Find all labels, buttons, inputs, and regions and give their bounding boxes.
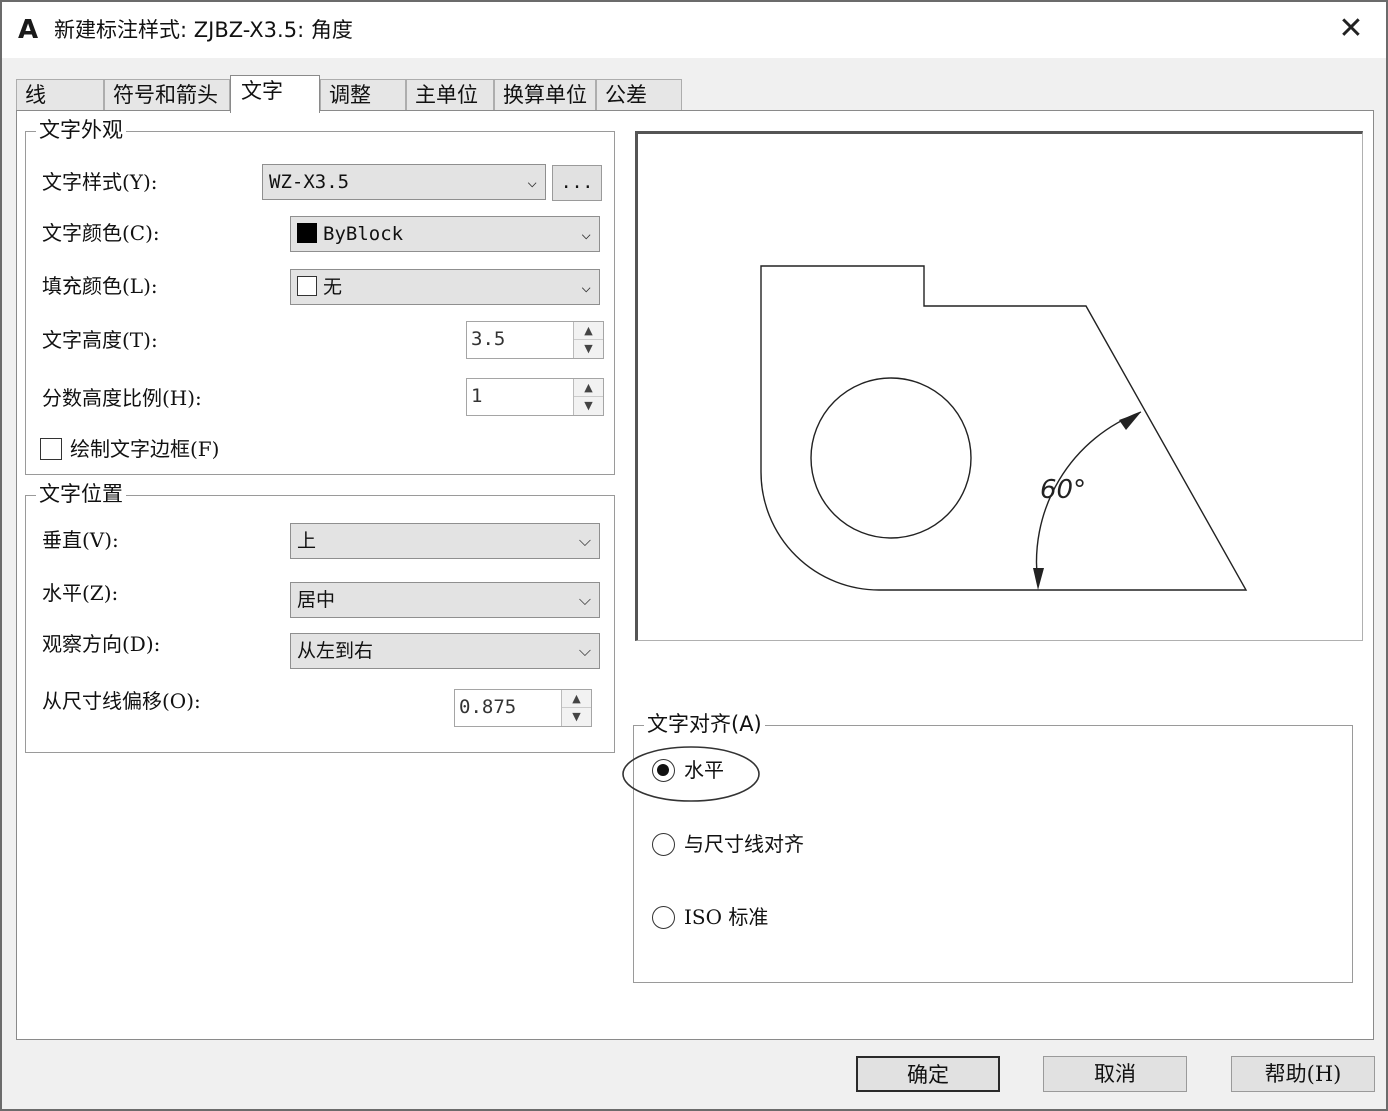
text-style-value: WZ-X3.5 bbox=[269, 171, 350, 193]
radio-iso-label: ISO 标准 bbox=[684, 905, 769, 929]
angle-dimension-text: 60° bbox=[1040, 475, 1086, 505]
chevron-down-icon: ⌵ bbox=[578, 590, 591, 609]
chevron-down-icon: ⌵ bbox=[578, 531, 591, 550]
triangle-up-icon[interactable]: ▲ bbox=[574, 379, 603, 397]
tab-text[interactable]: 文字 bbox=[230, 75, 320, 113]
horizontal-label: 水平(Z): bbox=[42, 581, 119, 605]
spinner-buttons: ▲ ▼ bbox=[573, 379, 603, 415]
window-title: 新建标注样式: ZJBZ-X3.5: 角度 bbox=[54, 18, 353, 42]
radio-selected-dot bbox=[657, 764, 669, 776]
arrowhead-upper bbox=[1119, 412, 1141, 430]
radio-iso-standard[interactable] bbox=[652, 906, 675, 929]
text-appearance-group-label: 文字外观 bbox=[36, 117, 126, 143]
text-alignment-group: 文字对齐(A) 水平 与尺寸线对齐 ISO 标准 bbox=[622, 711, 1353, 983]
radio-horizontal[interactable] bbox=[652, 759, 675, 782]
vertical-label: 垂直(V): bbox=[42, 528, 119, 552]
preview-pane: 60° bbox=[635, 131, 1363, 641]
text-tab-panel: 文字外观 文字样式(Y): WZ-X3.5 ⌵ ... 文字颜色(C): ByB… bbox=[16, 110, 1374, 1040]
arrowhead-lower bbox=[1033, 568, 1044, 590]
byblock-color-swatch bbox=[297, 223, 317, 243]
text-placement-group-label: 文字位置 bbox=[36, 481, 126, 507]
text-color-value: ByBlock bbox=[323, 223, 404, 245]
text-height-spinner[interactable]: 3.5 ▲ ▼ bbox=[466, 321, 604, 359]
offset-label: 从尺寸线偏移(O): bbox=[42, 689, 201, 713]
fill-color-label: 填充颜色(L): bbox=[42, 274, 158, 298]
tab-lines[interactable]: 线 bbox=[16, 79, 104, 111]
text-style-label: 文字样式(Y): bbox=[42, 170, 158, 194]
spinner-buttons: ▲ ▼ bbox=[573, 322, 603, 358]
triangle-down-icon[interactable]: ▼ bbox=[574, 397, 603, 415]
spinner-buttons: ▲ ▼ bbox=[561, 690, 591, 726]
fill-color-dropdown[interactable]: 无 ⌵ bbox=[290, 269, 600, 305]
triangle-up-icon[interactable]: ▲ bbox=[574, 322, 603, 340]
draw-frame-label: 绘制文字边框(F) bbox=[70, 437, 220, 461]
part-outline bbox=[760, 265, 1248, 591]
autocad-app-icon: A bbox=[18, 15, 39, 45]
tab-tolerances[interactable]: 公差 bbox=[596, 79, 682, 111]
tab-alternate-units[interactable]: 换算单位 bbox=[494, 79, 596, 111]
view-direction-dropdown[interactable]: 从左到右 ⌵ bbox=[290, 633, 600, 669]
none-color-swatch bbox=[297, 276, 317, 296]
close-button[interactable]: ✕ bbox=[1334, 12, 1368, 46]
text-appearance-group: 文字外观 文字样式(Y): WZ-X3.5 ⌵ ... 文字颜色(C): ByB… bbox=[25, 117, 615, 475]
preview-drawing: 60° bbox=[760, 265, 1248, 591]
fraction-scale-label: 分数高度比例(H): bbox=[42, 386, 202, 410]
fraction-scale-spinner[interactable]: 1 ▲ ▼ bbox=[466, 378, 604, 416]
help-button[interactable]: 帮助(H) bbox=[1231, 1056, 1375, 1092]
text-alignment-group-label: 文字对齐(A) bbox=[644, 711, 765, 737]
vertical-value: 上 bbox=[297, 530, 317, 552]
view-direction-label: 观察方向(D): bbox=[42, 632, 161, 656]
tab-primary-units[interactable]: 主单位 bbox=[406, 79, 494, 111]
fraction-scale-value: 1 bbox=[471, 385, 483, 407]
cancel-button[interactable]: 取消 bbox=[1043, 1056, 1187, 1092]
fill-color-value: 无 bbox=[323, 276, 343, 298]
text-color-dropdown[interactable]: ByBlock ⌵ bbox=[290, 216, 600, 252]
draw-frame-checkbox[interactable] bbox=[40, 438, 62, 460]
tab-fit[interactable]: 调整 bbox=[320, 79, 406, 111]
text-height-value: 3.5 bbox=[471, 328, 506, 350]
tab-symbols-arrows[interactable]: 符号和箭头 bbox=[104, 79, 230, 111]
chevron-down-icon: ⌵ bbox=[581, 277, 591, 296]
text-style-dropdown[interactable]: WZ-X3.5 ⌵ bbox=[262, 164, 546, 200]
vertical-dropdown[interactable]: 上 ⌵ bbox=[290, 523, 600, 559]
radio-aligned-label: 与尺寸线对齐 bbox=[684, 832, 804, 856]
radio-horizontal-label: 水平 bbox=[684, 758, 724, 782]
horizontal-value: 居中 bbox=[297, 589, 336, 611]
text-style-browse-button[interactable]: ... bbox=[552, 165, 602, 201]
chevron-down-icon: ⌵ bbox=[581, 224, 591, 243]
view-direction-value: 从左到右 bbox=[297, 640, 374, 662]
hole-circle bbox=[810, 377, 972, 539]
radio-aligned-with-dimension-line[interactable] bbox=[652, 833, 675, 856]
triangle-down-icon[interactable]: ▼ bbox=[574, 340, 603, 358]
chevron-down-icon: ⌵ bbox=[578, 641, 591, 660]
dialog-window: A 新建标注样式: ZJBZ-X3.5: 角度 ✕ 线 符号和箭头 文字 调整 … bbox=[0, 0, 1388, 1111]
title-bar: A 新建标注样式: ZJBZ-X3.5: 角度 ✕ bbox=[2, 2, 1386, 58]
text-color-label: 文字颜色(C): bbox=[42, 221, 160, 245]
text-placement-group: 文字位置 垂直(V): 上 ⌵ 水平(Z): 居中 ⌵ 观察方向(D): 从左到… bbox=[25, 481, 615, 753]
triangle-down-icon[interactable]: ▼ bbox=[562, 708, 591, 726]
text-height-label: 文字高度(T): bbox=[42, 328, 158, 352]
triangle-up-icon[interactable]: ▲ bbox=[562, 690, 591, 708]
offset-spinner[interactable]: 0.875 ▲ ▼ bbox=[454, 689, 592, 727]
horizontal-dropdown[interactable]: 居中 ⌵ bbox=[290, 582, 600, 618]
ok-button[interactable]: 确定 bbox=[856, 1056, 1000, 1092]
offset-value: 0.875 bbox=[459, 696, 517, 718]
chevron-down-icon: ⌵ bbox=[527, 172, 537, 191]
